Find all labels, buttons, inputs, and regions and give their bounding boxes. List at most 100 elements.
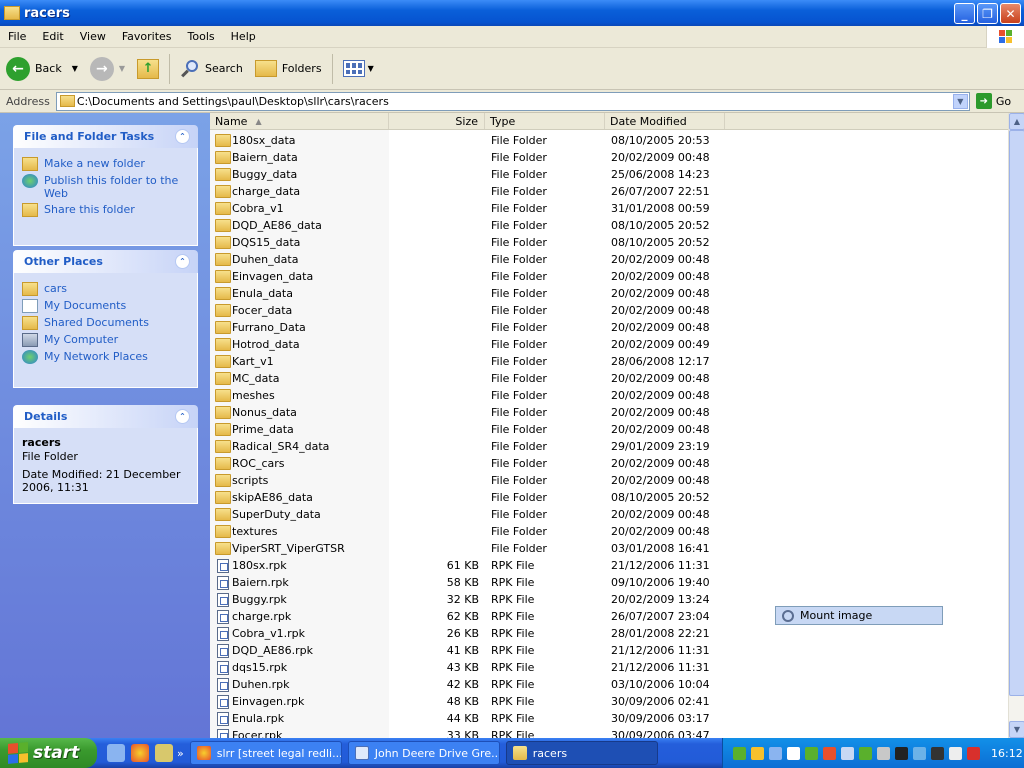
context-menu-item-mount-image[interactable]: Mount image (800, 609, 872, 622)
tray-icon[interactable] (877, 746, 890, 760)
chevron-right-icon[interactable]: » (177, 747, 184, 760)
file-row[interactable]: Duhen_data File Folder 20/02/2009 00:48 (210, 251, 1008, 268)
tray-icon[interactable] (769, 746, 782, 760)
tray-icon[interactable] (841, 746, 854, 760)
file-row[interactable]: Cobra_v1 File Folder 31/01/2008 00:59 (210, 200, 1008, 217)
menu-tools[interactable]: Tools (180, 30, 223, 43)
scroll-down-button[interactable]: ▼ (1009, 721, 1024, 738)
file-row[interactable]: Buggy_data File Folder 25/06/2008 14:23 (210, 166, 1008, 183)
file-row[interactable]: meshes File Folder 20/02/2009 00:48 (210, 387, 1008, 404)
chrome-icon[interactable] (131, 744, 149, 762)
tray-icon[interactable] (733, 746, 746, 760)
tray-icon[interactable] (949, 746, 962, 760)
file-row[interactable]: Cobra_v1.rpk 26 KB RPK File 28/01/2008 22:2… (210, 625, 1008, 642)
file-row[interactable]: MC_data File Folder 20/02/2009 00:48 (210, 370, 1008, 387)
place-cars-link[interactable]: cars (22, 282, 189, 296)
file-row[interactable]: ViperSRT_ViperGTSR File Folder 03/01/2008 … (210, 540, 1008, 557)
file-row[interactable]: DQD_AE86.rpk 41 KB RPK File 21/12/2006 11:3… (210, 642, 1008, 659)
menu-view[interactable]: View (72, 30, 114, 43)
file-row[interactable]: SuperDuty_data File Folder 20/02/2009 00:4… (210, 506, 1008, 523)
panel-header[interactable]: File and Folder Tasks ⌃ (13, 125, 198, 148)
taskbar-item-john-deere[interactable]: John Deere Drive Gre... (347, 741, 500, 765)
minimize-button[interactable]: _ (954, 3, 975, 24)
start-button[interactable]: start (0, 738, 97, 768)
file-row[interactable]: Prime_data File Folder 20/02/2009 00:48 (210, 421, 1008, 438)
collapse-icon[interactable]: ⌃ (175, 409, 190, 424)
file-row[interactable]: 180sx_data File Folder 08/10/2005 20:53 (210, 132, 1008, 149)
file-row[interactable]: Nonus_data File Folder 20/02/2009 00:48 (210, 404, 1008, 421)
maximize-button[interactable]: ❐ (977, 3, 998, 24)
column-header-name[interactable]: Name ▲ (210, 113, 389, 129)
folders-button[interactable]: Folders (249, 52, 328, 86)
file-row[interactable]: ROC_cars File Folder 20/02/2009 00:48 (210, 455, 1008, 472)
collapse-icon[interactable]: ⌃ (175, 129, 190, 144)
menu-edit[interactable]: Edit (34, 30, 71, 43)
make-new-folder-link[interactable]: Make a new folder (22, 157, 189, 171)
file-row[interactable]: Enula.rpk 44 KB RPK File 30/09/2006 03:17 (210, 710, 1008, 727)
collapse-icon[interactable]: ⌃ (175, 254, 190, 269)
place-my-network-places-link[interactable]: My Network Places (22, 350, 189, 364)
vertical-scrollbar[interactable]: ▲ ▼ (1008, 113, 1024, 738)
tray-icon[interactable] (913, 746, 926, 760)
file-row[interactable]: skipAE86_data File Folder 08/10/2005 20:52 (210, 489, 1008, 506)
tray-icon[interactable] (931, 746, 944, 760)
address-dropdown-button[interactable]: ▼ (952, 93, 968, 109)
file-row[interactable]: Einvagen.rpk 48 KB RPK File 30/09/2006 02:4… (210, 693, 1008, 710)
panel-header[interactable]: Other Places ⌃ (13, 250, 198, 273)
nvidia-icon[interactable] (859, 746, 872, 760)
place-my-computer-link[interactable]: My Computer (22, 333, 189, 347)
place-my-documents-link[interactable]: My Documents (22, 299, 189, 313)
chevron-down-icon[interactable]: ▼ (119, 64, 125, 73)
publish-web-link[interactable]: Publish this folder to the Web (22, 174, 189, 200)
file-row[interactable]: charge_data File Folder 26/07/2007 22:51 (210, 183, 1008, 200)
file-row[interactable]: dqs15.rpk 43 KB RPK File 21/12/2006 11:31 (210, 659, 1008, 676)
file-row[interactable]: DQD_AE86_data File Folder 08/10/2005 20:52 (210, 217, 1008, 234)
menu-file[interactable]: File (0, 30, 34, 43)
scroll-thumb[interactable] (1009, 130, 1024, 696)
file-row[interactable]: Baiern.rpk 58 KB RPK File 09/10/2006 19:40 (210, 574, 1008, 591)
file-row[interactable]: Focer_data File Folder 20/02/2009 00:48 (210, 302, 1008, 319)
close-button[interactable]: ✕ (1000, 3, 1021, 24)
menu-help[interactable]: Help (223, 30, 264, 43)
share-folder-link[interactable]: Share this folder (22, 203, 189, 217)
go-button[interactable]: ➜ Go (975, 93, 1011, 109)
address-input[interactable]: C:\Documents and Settings\paul\Desktop\s… (55, 91, 970, 111)
file-row[interactable]: textures File Folder 20/02/2009 00:48 (210, 523, 1008, 540)
quicklaunch-icon[interactable] (155, 744, 173, 762)
file-row[interactable]: Focer.rpk 33 KB RPK File 30/09/2006 03:47 (210, 727, 1008, 738)
tray-icon[interactable] (823, 746, 836, 760)
file-row[interactable]: scripts File Folder 20/02/2009 00:48 (210, 472, 1008, 489)
tray-icon[interactable] (805, 746, 818, 760)
file-row[interactable]: Enula_data File Folder 20/02/2009 00:48 (210, 285, 1008, 302)
file-row[interactable]: 180sx.rpk 61 KB RPK File 21/12/2006 11:31 (210, 557, 1008, 574)
file-row[interactable]: Duhen.rpk 42 KB RPK File 03/10/2006 10:04 (210, 676, 1008, 693)
shield-icon[interactable] (751, 746, 764, 760)
taskbar-item-racers[interactable]: racers (505, 741, 658, 765)
file-row[interactable]: DQS15_data File Folder 08/10/2005 20:52 (210, 234, 1008, 251)
menu-favorites[interactable]: Favorites (114, 30, 180, 43)
tray-icon[interactable] (967, 746, 980, 760)
tray-icon[interactable] (787, 746, 800, 760)
scroll-up-button[interactable]: ▲ (1009, 113, 1024, 130)
file-row[interactable]: Einvagen_data File Folder 20/02/2009 00:48 (210, 268, 1008, 285)
views-button[interactable]: ▼ (337, 52, 380, 86)
column-header-size[interactable]: Size (389, 113, 485, 129)
taskbar-item-slrr[interactable]: slrr [street legal redli... (189, 741, 342, 765)
back-button[interactable]: ← Back ▼ (0, 52, 84, 86)
file-row[interactable]: Radical_SR4_data File Folder 29/01/2009 23… (210, 438, 1008, 455)
panel-header[interactable]: Details ⌃ (13, 405, 198, 428)
forward-button[interactable]: → ▼ (84, 52, 131, 86)
chevron-down-icon[interactable]: ▼ (72, 64, 78, 73)
column-header-date[interactable]: Date Modified (605, 113, 725, 129)
column-header-type[interactable]: Type (485, 113, 605, 129)
file-row[interactable]: Hotrod_data File Folder 20/02/2009 00:49 (210, 336, 1008, 353)
tray-icon[interactable] (895, 746, 908, 760)
quicklaunch-icon[interactable] (107, 744, 125, 762)
place-shared-documents-link[interactable]: Shared Documents (22, 316, 189, 330)
up-folder-button[interactable]: ↑ (131, 52, 165, 86)
search-button[interactable]: Search (174, 52, 249, 86)
file-row[interactable]: Furrano_Data File Folder 20/02/2009 00:48 (210, 319, 1008, 336)
file-row[interactable]: Kart_v1 File Folder 28/06/2008 12:17 (210, 353, 1008, 370)
chevron-down-icon[interactable]: ▼ (368, 64, 374, 73)
file-row[interactable]: Baiern_data File Folder 20/02/2009 00:48 (210, 149, 1008, 166)
